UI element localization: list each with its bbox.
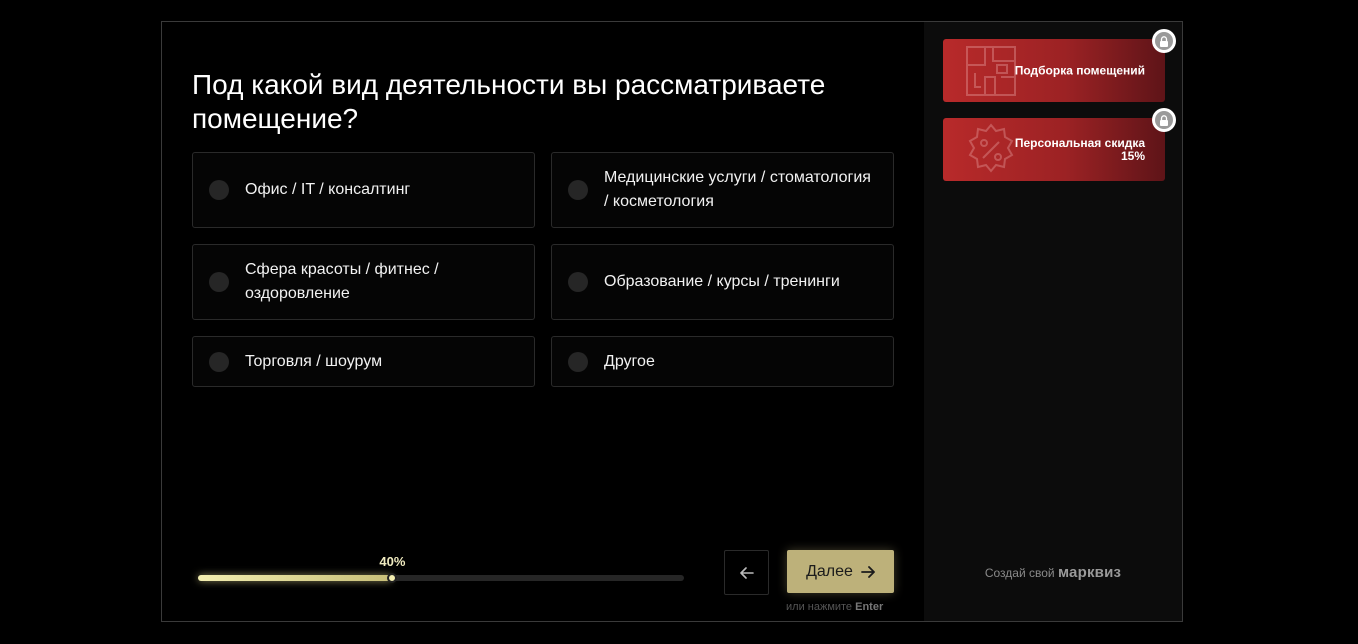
arrow-left-icon <box>739 566 754 579</box>
lock-badge <box>1152 29 1176 53</box>
progress-knob <box>387 573 398 583</box>
radio-button[interactable] <box>209 351 229 372</box>
progress-fill <box>198 575 393 581</box>
arrow-right-icon <box>861 565 875 578</box>
quiz-window: Под какой вид деятельности вы рассматрив… <box>161 21 1183 622</box>
bonus-card-selection[interactable]: Подборка помещений <box>943 29 1176 102</box>
bonus-card-discount[interactable]: Персональная скидка 15% <box>943 108 1176 181</box>
radio-button[interactable] <box>568 272 588 292</box>
lock-icon <box>1160 35 1168 47</box>
bonus-sidebar: Подборка помещений Персональная скидка 1… <box>924 22 1182 621</box>
radio-button[interactable] <box>568 351 588 372</box>
option-education[interactable]: Образование / курсы / тренинги <box>551 244 894 320</box>
option-medical[interactable]: Медицинские услуги / стоматология / косм… <box>551 152 894 228</box>
option-trade[interactable]: Торговля / шоурум <box>192 336 535 387</box>
option-label: Торговля / шоурум <box>245 352 383 370</box>
bonus-label: Персональная скидка 15% <box>1014 135 1145 163</box>
option-label: Медицинские услуги / стоматология / косм… <box>604 169 871 210</box>
brand-name: марквиз <box>1057 564 1122 581</box>
floor-plan-icon <box>966 46 1016 96</box>
option-beauty[interactable]: Сфера красоты / фитнес / оздоровление <box>192 244 535 320</box>
options-grid: Офис / IT / консалтинг Медицинские услуг… <box>192 152 894 387</box>
next-button-label: Далее <box>806 562 853 580</box>
option-label: Сфера красоты / фитнес / оздоровление <box>245 261 439 302</box>
question-panel: Под какой вид деятельности вы рассматрив… <box>162 22 924 621</box>
option-other[interactable]: Другое <box>551 336 894 387</box>
back-button[interactable] <box>724 550 769 595</box>
lock-badge <box>1152 108 1176 132</box>
progress-bar <box>198 573 684 583</box>
question-title: Под какой вид деятельности вы рассматрив… <box>192 69 826 134</box>
option-office[interactable]: Офис / IT / консалтинг <box>192 152 535 228</box>
brand-link[interactable]: Создай свой марквиз <box>924 564 1182 581</box>
enter-hint-prefix: или нажмите <box>786 601 853 613</box>
progress-percent: 40% <box>379 554 406 569</box>
bonus-label: Подборка помещений <box>1014 63 1145 77</box>
option-label: Образование / курсы / тренинги <box>604 273 840 290</box>
radio-button[interactable] <box>209 272 229 292</box>
lock-icon <box>1160 114 1168 126</box>
enter-hint: или нажмите Enter <box>786 601 883 613</box>
next-button[interactable]: Далее <box>787 550 894 593</box>
option-label: Другое <box>604 352 655 370</box>
brand-prefix: Создай свой <box>984 566 1055 580</box>
option-label: Офис / IT / консалтинг <box>245 181 411 198</box>
radio-button[interactable] <box>209 180 229 200</box>
radio-button[interactable] <box>568 180 588 200</box>
enter-hint-key: Enter <box>855 601 884 613</box>
